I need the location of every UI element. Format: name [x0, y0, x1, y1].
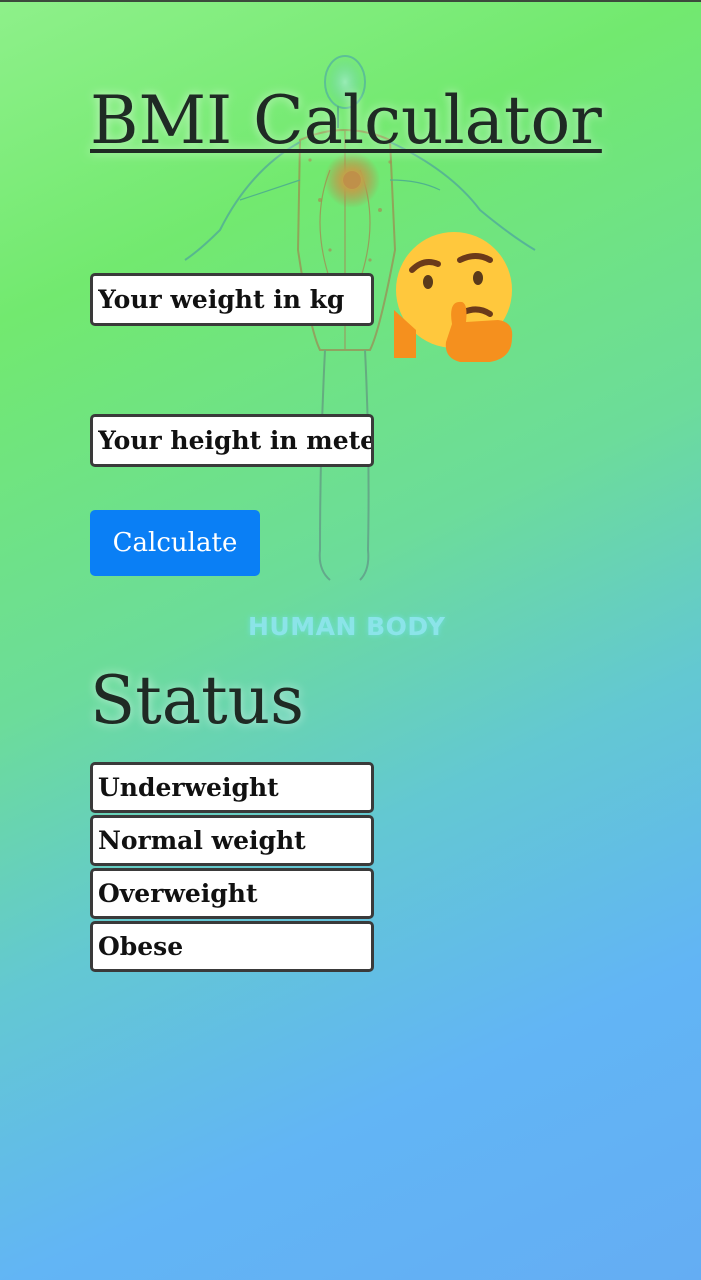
top-border: [0, 0, 701, 2]
illustration-caption: HUMAN BODY: [248, 612, 446, 641]
status-obese: Obese: [90, 921, 374, 972]
thinking-face-emoji-icon: [394, 232, 513, 362]
status-normal-weight: Normal weight: [90, 815, 374, 866]
calculate-button[interactable]: Calculate: [90, 510, 260, 576]
page-title: BMI Calculator: [90, 82, 602, 159]
status-underweight: Underweight: [90, 762, 374, 813]
height-input[interactable]: [90, 414, 374, 467]
status-overweight: Overweight: [90, 868, 374, 919]
weight-input[interactable]: [90, 273, 374, 326]
status-heading: Status: [90, 662, 304, 739]
